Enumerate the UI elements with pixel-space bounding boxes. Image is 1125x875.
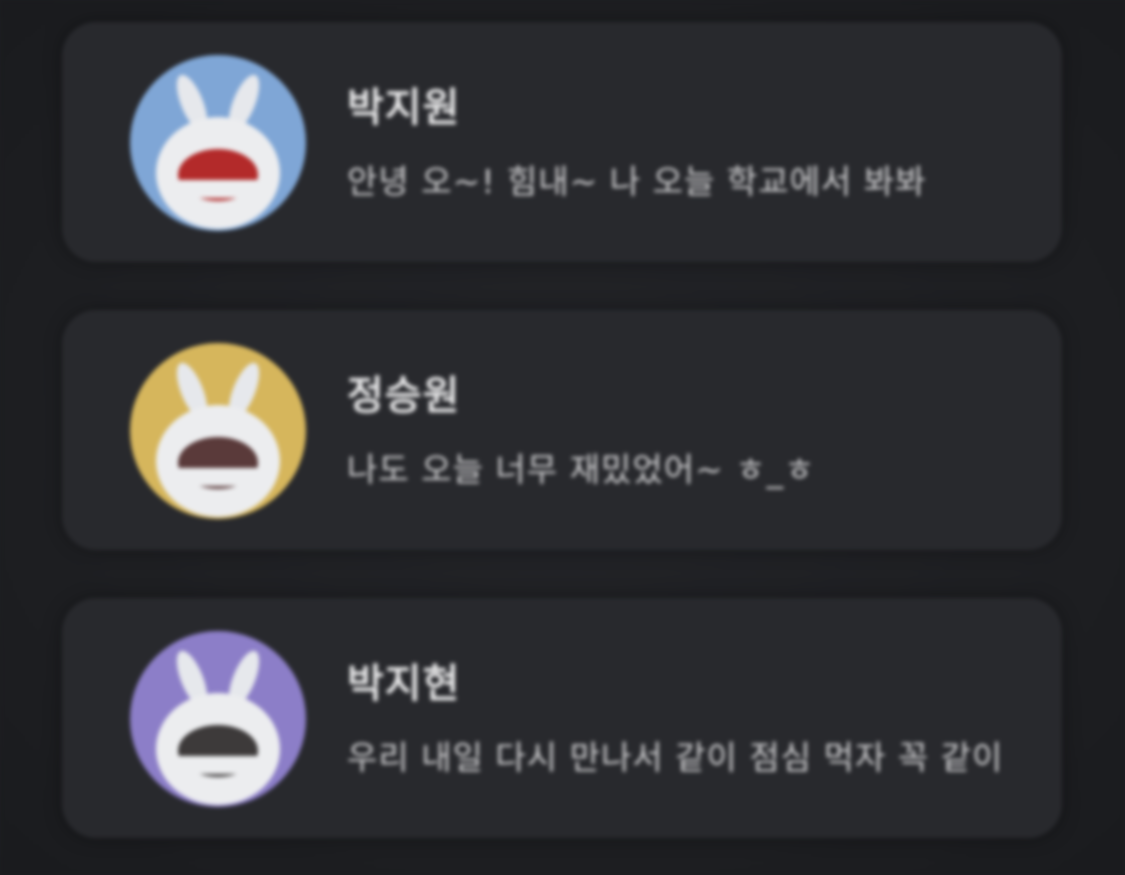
chat-list: 박지원 안녕 오~! 힘내~ 나 오늘 학교에서 봐봐 정승원 나도 오늘 너무…: [62, 22, 1062, 875]
chat-list-screen: 박지원 안녕 오~! 힘내~ 나 오늘 학교에서 봐봐 정승원 나도 오늘 너무…: [0, 0, 1125, 875]
contact-name: 정승원: [347, 373, 461, 419]
contact-name: 박지현: [347, 661, 461, 707]
bunny-avatar-icon: [130, 343, 306, 519]
bunny-avatar-icon: [130, 55, 306, 231]
last-message: 우리 내일 다시 만나서 같이 점심 먹자 꼭 같이: [347, 738, 1004, 777]
bunny-avatar-icon: [130, 631, 306, 807]
last-message: 안녕 오~! 힘내~ 나 오늘 학교에서 봐봐: [347, 162, 927, 201]
contact-name: 박지원: [347, 85, 461, 131]
chat-list-item[interactable]: 정승원 나도 오늘 너무 재밌었어~ ㅎ_ㅎ: [62, 310, 1062, 550]
chat-list-item[interactable]: 박지원 안녕 오~! 힘내~ 나 오늘 학교에서 봐봐: [62, 22, 1062, 262]
last-message: 나도 오늘 너무 재밌었어~ ㅎ_ㅎ: [347, 450, 816, 489]
chat-list-item[interactable]: 박지현 우리 내일 다시 만나서 같이 점심 먹자 꼭 같이: [62, 598, 1062, 838]
